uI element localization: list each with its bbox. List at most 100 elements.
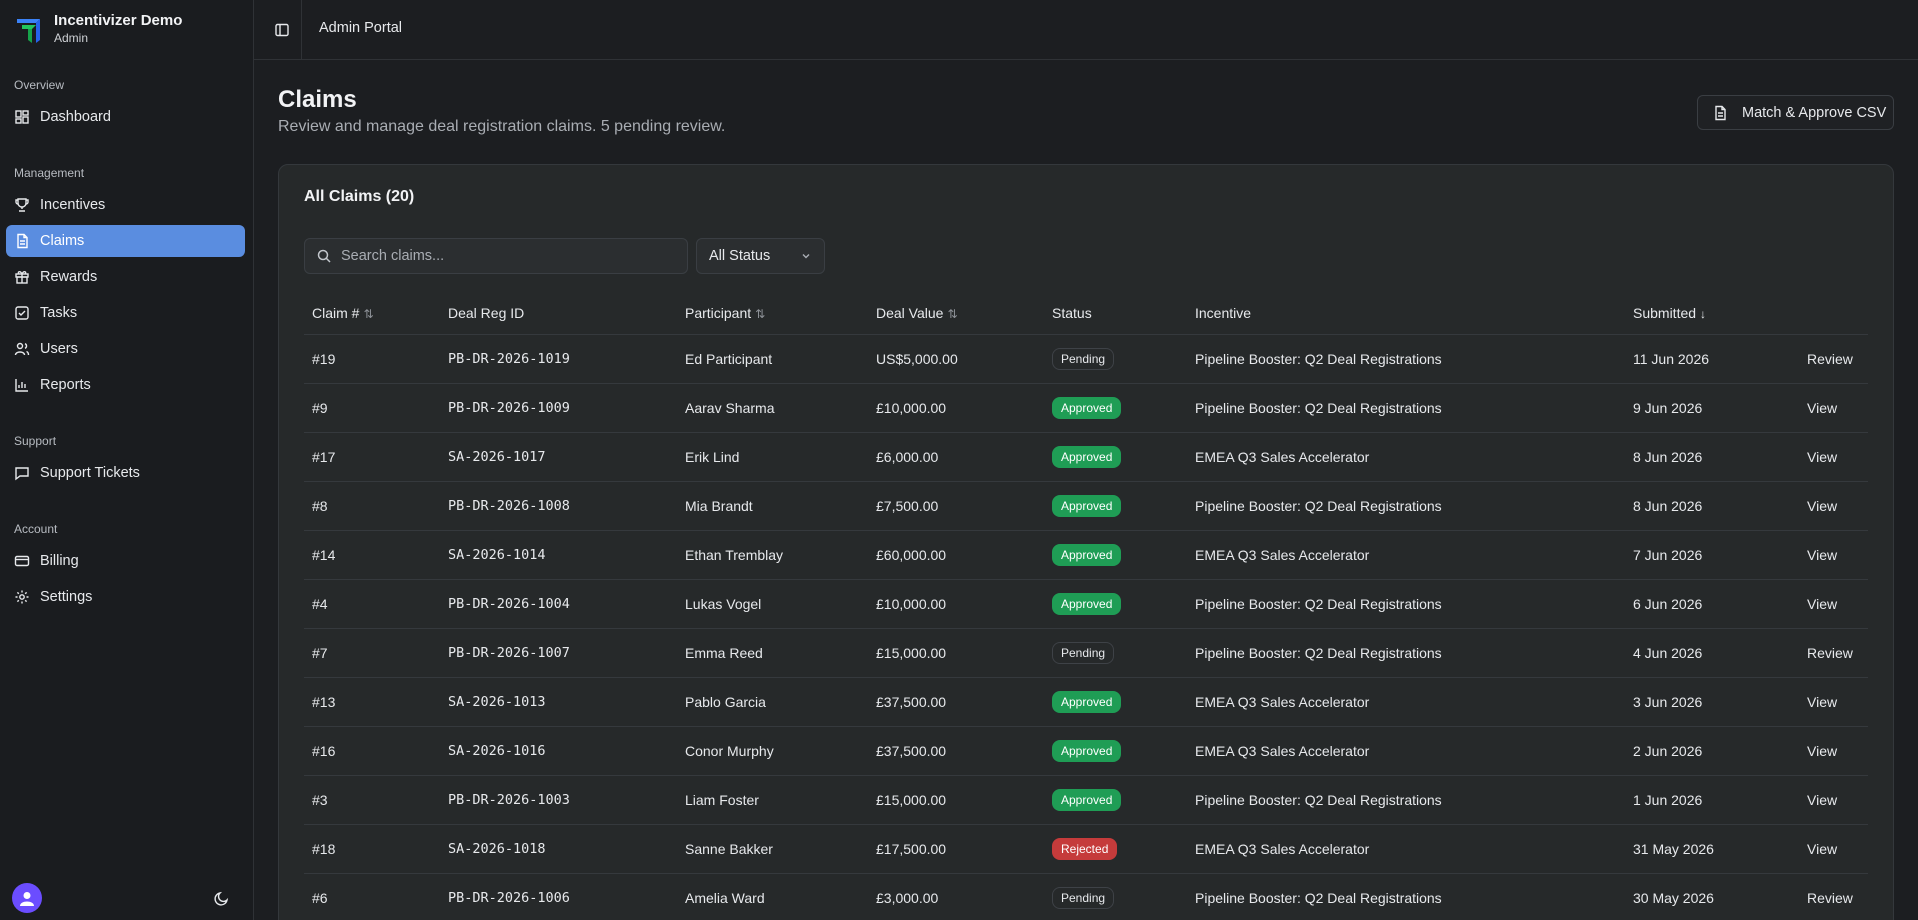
sidebar-item-users[interactable]: Users (6, 333, 245, 365)
incentive-name: EMEA Q3 Sales Accelerator (1187, 530, 1625, 580)
table-row[interactable]: #9 PB-DR-2026-1009 Aarav Sharma £10,000.00 A… (304, 383, 1868, 433)
header-submitted[interactable]: Submitted ↓ (1625, 293, 1799, 335)
sidebar-item-support-tickets[interactable]: Support Tickets (6, 457, 245, 489)
submitted-date: 7 Jun 2026 (1625, 530, 1799, 580)
table-row[interactable]: #6 PB-DR-2026-1006 Amelia Ward £3,000.00 Pen… (304, 873, 1868, 920)
status-filter-select[interactable]: All Status (696, 238, 825, 274)
status-badge: Approved (1052, 788, 1122, 811)
table-row[interactable]: #7 PB-DR-2026-1007 Emma Reed £15,000.00 Pend… (304, 628, 1868, 678)
brand-logo-icon (17, 19, 40, 43)
gift-icon (15, 271, 29, 284)
review-link[interactable]: Review (1807, 351, 1853, 367)
status-cell: Approved (1044, 383, 1187, 433)
csv-button-label: Match & Approve CSV (1742, 104, 1887, 121)
submitted-date: 6 Jun 2026 (1625, 579, 1799, 629)
view-link[interactable]: View (1807, 449, 1837, 465)
view-link[interactable]: View (1807, 547, 1837, 563)
deal-reg-id: SA-2026-1014 (440, 530, 677, 580)
avatar[interactable] (12, 883, 42, 913)
page-subtitle: Review and manage deal registration clai… (278, 118, 726, 135)
search-input[interactable] (341, 248, 671, 264)
incentive-name: EMEA Q3 Sales Accelerator (1187, 432, 1625, 482)
header-participant[interactable]: Participant ⇅ (677, 293, 868, 335)
submitted-date: 1 Jun 2026 (1625, 775, 1799, 825)
table-row[interactable]: #17 SA-2026-1017 Erik Lind £6,000.00 Approve… (304, 432, 1868, 482)
table-row[interactable]: #3 PB-DR-2026-1003 Liam Foster £15,000.00 Ap… (304, 775, 1868, 825)
table-row[interactable]: #13 SA-2026-1013 Pablo Garcia £37,500.00 App… (304, 677, 1868, 727)
sidebar-toggle-button[interactable] (270, 18, 294, 42)
brand-name: Incentivizer Demo (54, 12, 183, 29)
view-link[interactable]: View (1807, 596, 1837, 612)
review-link[interactable]: Review (1807, 890, 1853, 906)
sidebar-item-rewards[interactable]: Rewards (6, 261, 245, 293)
claim-number: #9 (304, 383, 440, 433)
sidebar-toggle-icon (275, 23, 289, 37)
deal-value: £17,500.00 (868, 824, 1044, 874)
sidebar-item-label: Tasks (40, 305, 78, 321)
table-row[interactable]: #4 PB-DR-2026-1004 Lukas Vogel £10,000.00 Ap… (304, 579, 1868, 629)
sidebar-item-settings[interactable]: Settings (6, 581, 245, 613)
deal-reg-id: PB-DR-2026-1004 (440, 579, 677, 629)
theme-toggle[interactable] (212, 888, 232, 908)
status-cell: Approved (1044, 530, 1187, 580)
view-link[interactable]: View (1807, 498, 1837, 514)
review-link[interactable]: Review (1807, 645, 1853, 661)
submitted-date: 9 Jun 2026 (1625, 383, 1799, 433)
sidebar-item-tasks[interactable]: Tasks (6, 297, 245, 329)
brand[interactable]: Incentivizer Demo Admin (14, 12, 182, 46)
claim-number: #17 (304, 432, 440, 482)
table-row[interactable]: #19 PB-DR-2026-1019 Ed Participant US$5,000… (304, 334, 1868, 384)
sidebar-item-reports[interactable]: Reports (6, 369, 245, 401)
incentive-name: EMEA Q3 Sales Accelerator (1187, 824, 1625, 874)
deal-reg-id: PB-DR-2026-1006 (440, 873, 677, 920)
incentive-name: EMEA Q3 Sales Accelerator (1187, 677, 1625, 727)
status-cell: Approved (1044, 579, 1187, 629)
header-deal-value[interactable]: Deal Value ⇅ (868, 293, 1044, 335)
deal-value: £37,500.00 (868, 677, 1044, 727)
claim-number: #18 (304, 824, 440, 874)
topbar: Admin Portal (254, 0, 1918, 60)
participant-name: Ethan Tremblay (677, 530, 868, 580)
view-link[interactable]: View (1807, 694, 1837, 710)
table-row[interactable]: #14 SA-2026-1014 Ethan Tremblay £60,000.00 A… (304, 530, 1868, 580)
moon-icon (214, 891, 229, 906)
nav-section-overview: Overview (14, 78, 65, 92)
deal-reg-id: PB-DR-2026-1003 (440, 775, 677, 825)
header-claim[interactable]: Claim # ⇅ (304, 293, 440, 335)
deal-reg-id: PB-DR-2026-1019 (440, 334, 677, 384)
header-incentive: Incentive (1187, 293, 1625, 335)
match-approve-csv-button[interactable]: Match & Approve CSV (1697, 95, 1894, 130)
deal-reg-id: PB-DR-2026-1007 (440, 628, 677, 678)
deal-value: £37,500.00 (868, 726, 1044, 776)
view-link[interactable]: View (1807, 743, 1837, 759)
table-row[interactable]: #16 SA-2026-1016 Conor Murphy £37,500.00 App… (304, 726, 1868, 776)
sidebar-item-billing[interactable]: Billing (6, 545, 245, 577)
status-badge: Approved (1052, 445, 1122, 468)
brand-role: Admin (54, 31, 89, 45)
incentive-name: Pipeline Booster: Q2 Deal Registrations (1187, 481, 1625, 531)
sidebar-item-claims[interactable]: Claims (6, 225, 245, 257)
participant-name: Conor Murphy (677, 726, 868, 776)
table-row[interactable]: #18 SA-2026-1018 Sanne Bakker £17,500.00 Rej… (304, 824, 1868, 874)
bar-chart-icon (15, 379, 28, 392)
table-row[interactable]: #8 PB-DR-2026-1008 Mia Brandt £7,500.00 Appr… (304, 481, 1868, 531)
sidebar-item-dashboard[interactable]: Dashboard (6, 101, 245, 133)
nav-section-support: Support (14, 434, 57, 448)
row-action-cell: View (1799, 383, 1868, 433)
view-link[interactable]: View (1807, 400, 1837, 416)
submitted-date: 11 Jun 2026 (1625, 334, 1799, 384)
sidebar-item-label: Incentives (40, 197, 106, 213)
sidebar-item-incentives[interactable]: Incentives (6, 189, 245, 221)
row-action-cell: View (1799, 726, 1868, 776)
deal-value: £60,000.00 (868, 530, 1044, 580)
status-badge: Approved (1052, 690, 1122, 713)
participant-name: Amelia Ward (677, 873, 868, 920)
status-badge: Pending (1052, 641, 1115, 664)
view-link[interactable]: View (1807, 841, 1837, 857)
status-cell: Pending (1044, 334, 1187, 384)
gear-icon (15, 590, 29, 604)
search-box[interactable] (304, 238, 688, 274)
view-link[interactable]: View (1807, 792, 1837, 808)
participant-name: Pablo Garcia (677, 677, 868, 727)
incentive-name: EMEA Q3 Sales Accelerator (1187, 726, 1625, 776)
